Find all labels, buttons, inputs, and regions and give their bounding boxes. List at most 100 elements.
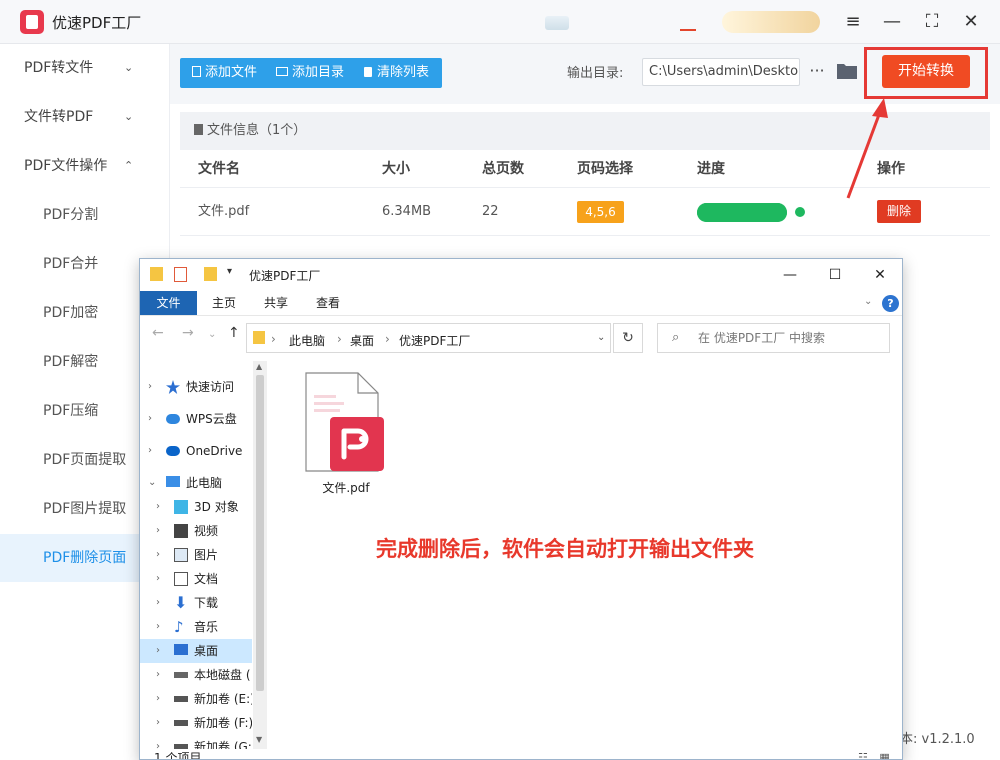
properties-icon[interactable] [174, 267, 187, 282]
nav-item-volume-e[interactable]: › 新加卷 (E:) [140, 687, 252, 711]
completion-notice: 完成删除后，软件会自动打开输出文件夹 [376, 537, 754, 561]
back-arrow-icon[interactable]: ← [152, 325, 164, 341]
nav-label: 此电脑 [186, 476, 223, 490]
nav-item-this-pc[interactable]: ⌄ 此电脑 [140, 471, 252, 495]
tab-share[interactable]: 共享 [256, 291, 296, 315]
download-icon: ⬇ [174, 593, 188, 612]
recent-dropdown-icon[interactable]: ⌄ [208, 329, 216, 340]
add-file-button[interactable]: 添加文件 [192, 58, 257, 88]
sidebar-item-pdf-to-file[interactable]: PDF转文件 ⌄ [0, 44, 170, 92]
tab-view[interactable]: 查看 [308, 291, 348, 315]
breadcrumb-this-pc[interactable]: 此电脑 [289, 332, 325, 349]
status-bar-count: 1 个项目 [154, 751, 202, 760]
tab-home[interactable]: 主页 [204, 291, 244, 315]
expand-arrow-icon: › [148, 445, 152, 456]
nav-item-pictures[interactable]: › 图片 [140, 543, 252, 567]
file-name-label: 文件.pdf [322, 481, 370, 495]
nav-label: 文档 [194, 572, 219, 586]
explorer-close-button[interactable]: ✕ [868, 263, 892, 287]
quick-access-dropdown-icon[interactable]: ▾ [227, 266, 232, 277]
nav-item-onedrive[interactable]: › OneDrive [140, 439, 252, 463]
nav-item-volume-g[interactable]: › 新加卷 (G: [140, 735, 252, 749]
cloud-icon[interactable] [545, 16, 569, 30]
nav-scrollbar[interactable]: ▲ ▼ [253, 361, 267, 749]
pdf-file-icon[interactable] [304, 371, 388, 477]
nav-item-3d-objects[interactable]: › 3D 对象 [140, 495, 252, 519]
explorer-title: 优速PDF工厂 [249, 269, 321, 283]
file-icon [192, 66, 201, 77]
close-button[interactable]: ✕ [959, 10, 983, 34]
nav-item-documents[interactable]: › 文档 [140, 567, 252, 591]
output-directory-field[interactable]: C:\Users\admin\Desktop [642, 58, 800, 86]
forward-arrow-icon[interactable]: → [182, 325, 194, 341]
notification-icon[interactable] [680, 13, 696, 31]
ribbon-expand-icon[interactable]: ⌄ [864, 296, 872, 307]
breadcrumb-separator-icon: › [385, 332, 390, 346]
explorer-minimize-button[interactable]: — [778, 263, 802, 287]
column-header-progress: 进度 [697, 161, 725, 177]
sidebar-item-file-to-pdf[interactable]: 文件转PDF ⌄ [0, 93, 170, 141]
minimize-button[interactable]: — [880, 10, 904, 34]
scroll-down-icon[interactable]: ▼ [256, 735, 262, 744]
column-header-size: 大小 [382, 161, 410, 177]
folder-icon [253, 331, 265, 344]
nav-item-music[interactable]: › ♪ 音乐 [140, 615, 252, 639]
cloud-icon [166, 414, 180, 424]
scroll-thumb[interactable] [256, 375, 264, 691]
add-directory-button[interactable]: 添加目录 [276, 58, 344, 88]
folder-icon [150, 267, 163, 281]
document-icon [174, 572, 188, 586]
page-select-badge[interactable]: 4,5,6 [577, 201, 624, 223]
expand-arrow-icon: › [156, 501, 160, 512]
sidebar-item-label: PDF加密 [43, 305, 99, 321]
details-view-icon[interactable]: ☷ [858, 751, 868, 759]
expand-arrow-icon: › [156, 525, 160, 536]
nav-item-videos[interactable]: › 视频 [140, 519, 252, 543]
breadcrumb-folder[interactable]: 优速PDF工厂 [399, 332, 470, 349]
vip-badge[interactable] [722, 11, 820, 33]
expand-arrow-icon: › [156, 573, 160, 584]
menu-icon[interactable]: ≡ [841, 10, 865, 34]
nav-item-wps-cloud[interactable]: › WPS云盘 [140, 407, 252, 431]
expand-arrow-icon: › [156, 645, 160, 656]
nav-item-quick-access[interactable]: › 快速访问 [140, 375, 252, 399]
cube-icon [174, 500, 188, 514]
star-icon [166, 380, 180, 394]
sidebar-item-pdf-split[interactable]: PDF分割 [0, 191, 170, 239]
nav-item-volume-f[interactable]: › 新加卷 (F:) [140, 711, 252, 735]
trash-icon [364, 67, 372, 77]
large-icons-view-icon[interactable]: ▦ [879, 751, 889, 759]
nav-item-desktop[interactable]: › 桌面 [140, 639, 252, 663]
arrow-annotation-icon [846, 98, 888, 199]
onedrive-icon [166, 446, 180, 456]
nav-item-local-disk[interactable]: › 本地磁盘 ( [140, 663, 252, 687]
maximize-button[interactable]: ⛶ [920, 10, 944, 34]
sidebar-item-label: PDF解密 [43, 354, 99, 370]
sidebar-item-label: PDF删除页面 [43, 550, 127, 566]
address-dropdown-icon[interactable]: ⌄ [597, 332, 605, 343]
tab-file[interactable]: 文件 [140, 291, 197, 315]
file-explorer-window: ▾ 优速PDF工厂 — ☐ ✕ 文件 主页 共享 查看 ⌄ ? ← → ⌄ ↑ … [139, 258, 903, 760]
chevron-down-icon: ⌄ [124, 61, 134, 74]
browse-more-button[interactable]: ··· [807, 58, 827, 86]
sidebar-item-pdf-operations[interactable]: PDF文件操作 ⌃ [0, 142, 170, 190]
breadcrumb-desktop[interactable]: 桌面 [350, 332, 374, 349]
open-folder-icon[interactable] [836, 61, 858, 81]
search-input[interactable]: ⌕ 在 优速PDF工厂 中搜索 [657, 323, 890, 353]
nav-item-downloads[interactable]: › ⬇ 下载 [140, 591, 252, 615]
view-toggle: ☷ ▦ [858, 751, 890, 759]
help-icon[interactable]: ? [882, 295, 899, 312]
up-arrow-icon[interactable]: ↑ [228, 325, 240, 341]
address-bar[interactable]: › 此电脑 › 桌面 › 优速PDF工厂 ⌄ [246, 323, 611, 353]
refresh-button[interactable]: ↻ [613, 323, 643, 353]
version-label: 本: v1.2.1.0 [900, 732, 975, 747]
scroll-up-icon[interactable]: ▲ [256, 362, 262, 371]
clear-list-button[interactable]: 清除列表 [364, 58, 429, 88]
sidebar-item-label: PDF页面提取 [43, 452, 127, 468]
explorer-maximize-button[interactable]: ☐ [823, 263, 847, 287]
new-folder-icon[interactable] [204, 267, 217, 281]
output-directory-label: 输出目录: [567, 66, 624, 81]
start-convert-button[interactable]: 开始转换 [882, 55, 970, 88]
app-logo-icon [20, 10, 44, 34]
nav-label: 3D 对象 [194, 500, 239, 514]
